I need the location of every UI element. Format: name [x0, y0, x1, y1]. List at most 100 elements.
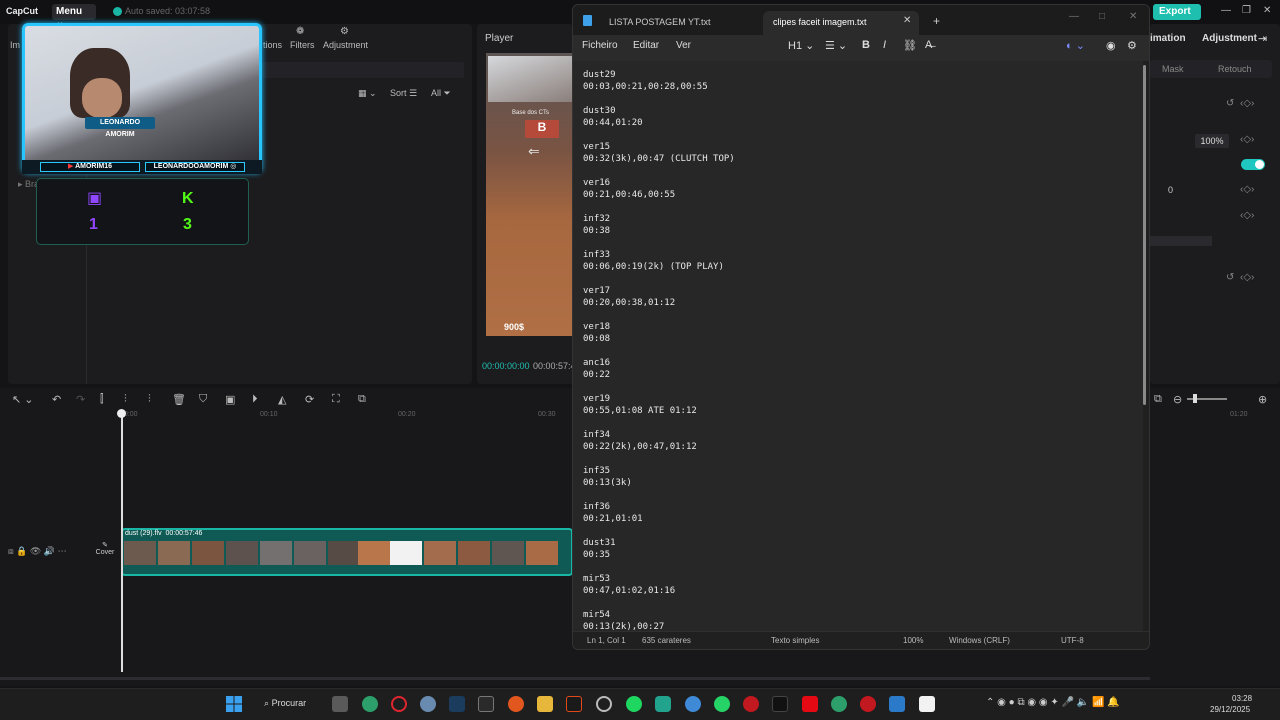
notepad-scrollbar[interactable]	[1143, 65, 1146, 405]
playhead[interactable]	[121, 410, 123, 672]
minimize-icon[interactable]: —	[1069, 11, 1079, 22]
tab-filters[interactable]: Filters	[290, 40, 315, 50]
clip-thumbnail	[526, 541, 558, 565]
menu-editar[interactable]: Editar	[633, 40, 659, 51]
timeline-scrollbar[interactable]	[0, 677, 1150, 680]
split-icon[interactable]: ⫿	[100, 393, 104, 406]
cover-button[interactable]: ✎ Cover	[92, 541, 118, 565]
capcut-taskbar-icon[interactable]	[655, 696, 671, 712]
tab-clipes-faceit[interactable]: clipes faceit imagem.txt	[763, 11, 919, 35]
reset-icon[interactable]: ↺	[1226, 272, 1234, 283]
task-view-icon[interactable]	[332, 696, 348, 712]
system-tray[interactable]: ⌃ ◉ ● ⧉ ◉ ◉ ✦ 🎤 🔈 📶 🔔	[986, 697, 1120, 708]
split-left-icon[interactable]: ⫶	[124, 393, 127, 406]
settings-gear-icon[interactable]: ⚙	[1127, 39, 1137, 52]
chrome-icon[interactable]	[362, 696, 378, 712]
reset-icon[interactable]: ↺	[1226, 98, 1234, 109]
tab-adjustment-right[interactable]: Adjustment	[1202, 33, 1257, 44]
obs-icon[interactable]	[596, 696, 612, 712]
steam-icon[interactable]	[449, 696, 465, 712]
account-icon[interactable]: ◉	[1106, 39, 1116, 52]
tab-animation[interactable]: imation	[1150, 33, 1186, 44]
menu-ver[interactable]: Ver	[676, 40, 691, 51]
freeze-icon[interactable]: ▣	[225, 393, 235, 406]
scale-input[interactable]: 100%	[1195, 134, 1229, 148]
heading-button[interactable]: H1 ⌄	[788, 39, 814, 52]
alignment-buttons[interactable]	[1148, 236, 1212, 246]
undo-icon[interactable]: ↶	[52, 393, 61, 406]
clear-format-icon[interactable]: A̶	[925, 39, 932, 51]
record-icon[interactable]	[860, 696, 876, 712]
rotate-icon[interactable]: ⟳	[305, 393, 314, 406]
bold-icon[interactable]: B	[862, 39, 870, 51]
close-icon[interactable]: ✕	[1129, 11, 1137, 22]
notepad-editor[interactable]: dust29 00:03,00:21,00:28,00:55 dust30 00…	[573, 61, 1143, 633]
faceit-icon[interactable]	[743, 696, 759, 712]
tab-lista-postagem[interactable]: LISTA POSTAGEM YT.txt	[573, 11, 763, 35]
new-tab-icon[interactable]: +	[933, 14, 940, 28]
keyframe-icon[interactable]: ‹◇›	[1240, 184, 1254, 195]
chrome-icon[interactable]	[831, 696, 847, 712]
export-button[interactable]: Export	[1153, 4, 1201, 20]
playhead-handle[interactable]	[117, 409, 126, 418]
notepad-taskbar-icon[interactable]	[889, 696, 905, 712]
zoom-out-icon[interactable]: ⊖	[1173, 393, 1182, 406]
maximize-icon[interactable]: ❐	[1242, 5, 1251, 16]
zoom-fit-icon[interactable]: ⊕	[1258, 393, 1267, 406]
keyframe-icon[interactable]: ‹◇›	[1240, 210, 1254, 221]
chrome-profile-icon[interactable]	[685, 696, 701, 712]
app-icon[interactable]	[566, 696, 582, 712]
position-y-input[interactable]: 0	[1168, 185, 1173, 195]
crop-icon[interactable]: ⛶	[332, 393, 340, 406]
netflix-icon[interactable]	[802, 696, 818, 712]
opera-icon[interactable]	[391, 696, 407, 712]
menu-ficheiro[interactable]: Ficheiro	[582, 40, 618, 51]
file-explorer-icon[interactable]	[537, 696, 553, 712]
link-icon[interactable]: ⛓	[903, 39, 917, 52]
minimize-icon[interactable]: —	[1221, 5, 1231, 16]
grid-view-icon[interactable]: ▦ ⌄	[358, 88, 377, 99]
collapse-icon[interactable]: ⇥	[1258, 32, 1267, 45]
sort-button[interactable]: Sort ☰	[390, 88, 417, 99]
clock-date[interactable]: 29/12/2025	[1210, 705, 1250, 714]
tab-import[interactable]: Im	[10, 40, 20, 50]
list-icon[interactable]: ☰ ⌄	[825, 39, 847, 52]
close-icon[interactable]: ✕	[1263, 5, 1271, 16]
notepad-text[interactable]: dust29 00:03,00:21,00:28,00:55 dust30 00…	[583, 69, 735, 633]
split-right-icon[interactable]: ⫶	[148, 393, 151, 406]
filter-all-button[interactable]: All ⏷	[431, 88, 451, 99]
epic-games-icon[interactable]	[478, 696, 494, 712]
shield-icon[interactable]: ⛉	[199, 393, 207, 406]
pro-feature-icon[interactable]: ⧉	[358, 393, 366, 406]
tab-retouch[interactable]: Retouch	[1218, 64, 1252, 74]
brave-icon[interactable]	[508, 696, 524, 712]
mirror-icon[interactable]: ◭	[278, 393, 286, 406]
redo-icon[interactable]: ↷	[76, 393, 85, 406]
delete-icon[interactable]: 🗑	[172, 393, 186, 406]
settings-icon[interactable]	[420, 696, 436, 712]
whatsapp-icon[interactable]	[714, 696, 730, 712]
tiktok-icon[interactable]	[772, 696, 788, 712]
tab-transitions[interactable]: tions	[263, 40, 282, 50]
preview-icon[interactable]: ⧉	[1154, 393, 1162, 406]
capcut-icon[interactable]	[919, 696, 935, 712]
windows-start-icon[interactable]	[226, 696, 242, 712]
close-tab-icon[interactable]: ✕	[903, 15, 911, 26]
keyframe-icon[interactable]: ‹◇›	[1240, 98, 1254, 109]
tab-mask[interactable]: Mask	[1162, 64, 1184, 74]
keyframe-icon[interactable]: ‹◇›	[1240, 272, 1254, 283]
spotify-icon[interactable]	[626, 696, 642, 712]
zoom-slider-handle[interactable]	[1193, 394, 1197, 403]
select-tool-icon[interactable]: ↖ ⌄	[12, 393, 34, 406]
search-input[interactable]	[262, 62, 464, 78]
copilot-icon[interactable]: ◐ ⌄	[1066, 39, 1085, 52]
italic-icon[interactable]: I	[883, 39, 886, 51]
taskbar-search[interactable]: ⌕ Procurar	[258, 695, 324, 713]
menu-button[interactable]: Menu ⌄	[52, 4, 96, 28]
maximize-icon[interactable]: □	[1099, 11, 1105, 22]
play-circle-icon[interactable]: ⏵	[252, 393, 258, 406]
clock-time[interactable]: 03:28	[1232, 694, 1252, 703]
tab-adjustment[interactable]: Adjustment	[323, 40, 368, 50]
track-controls[interactable]: ⧈ 🔒 👁 🔊 ⋯	[8, 546, 67, 557]
keyframe-icon[interactable]: ‹◇›	[1240, 134, 1254, 145]
